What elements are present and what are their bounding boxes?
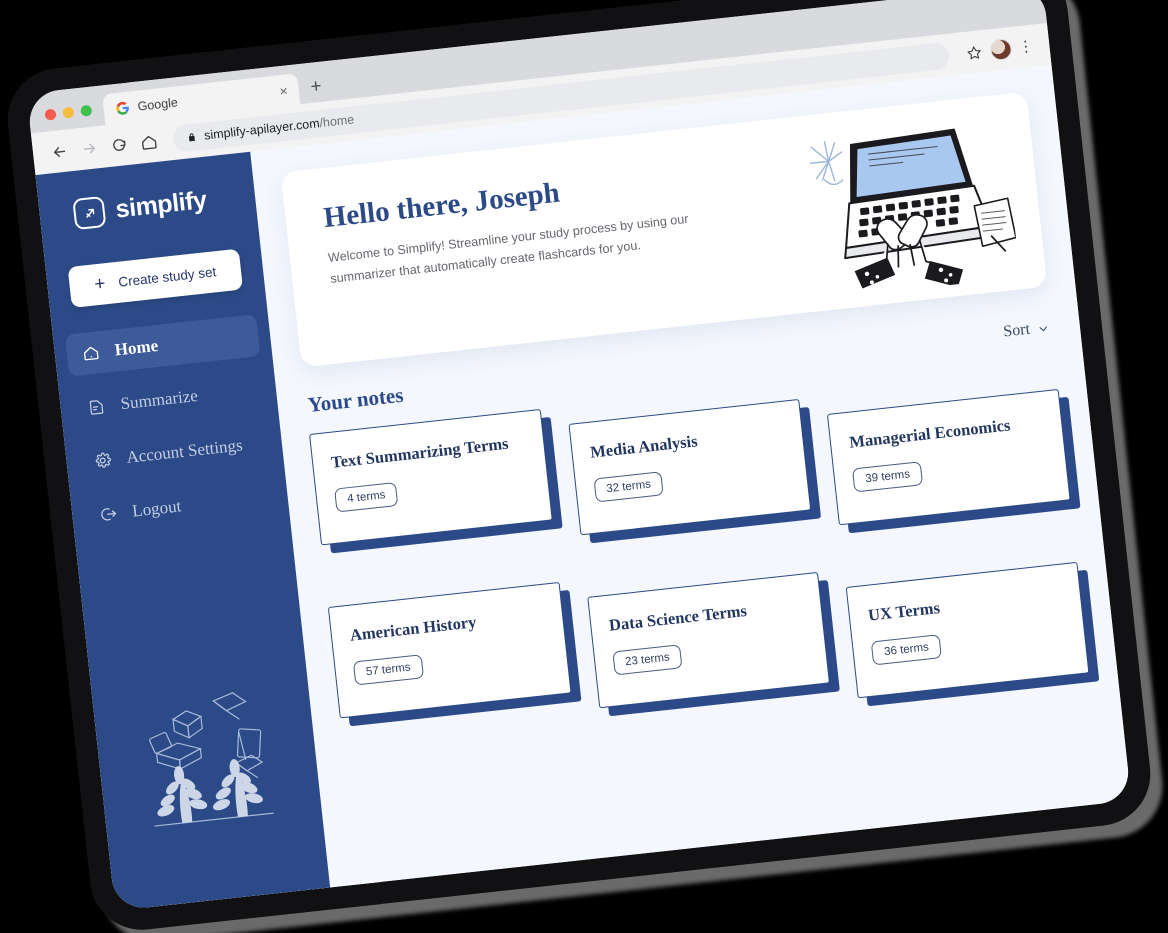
note-card-title: UX Terms (867, 598, 941, 625)
forward-button[interactable] (73, 133, 104, 164)
note-card[interactable]: UX Terms 36 terms (846, 561, 1090, 699)
notes-grid: Text Summarizing Terms 4 terms Media Ana… (309, 353, 1090, 754)
hands-typing-on-laptop-illustration (810, 128, 1017, 289)
sidebar-item-logout[interactable]: Logout (82, 475, 277, 537)
note-card[interactable]: Data Science Terms 23 terms (586, 571, 831, 709)
arrow-right-icon (83, 143, 95, 154)
note-card-title: Media Analysis (589, 431, 699, 462)
create-study-set-label: Create study set (117, 264, 217, 290)
plants-and-books-illustration (149, 692, 274, 827)
create-study-set-button[interactable]: + Create study set (67, 248, 244, 308)
note-card[interactable]: Managerial Economics 39 terms (827, 388, 1071, 526)
url-path: /home (318, 112, 355, 131)
logout-glyph (100, 508, 116, 521)
lightning-arrow-glyph (85, 208, 94, 218)
gear-glyph (95, 452, 111, 468)
tab-title: Google (136, 94, 179, 114)
app-container: simplify + Create study set Home Summari… (35, 64, 1132, 911)
brand-logo[interactable]: simplify (38, 180, 256, 234)
google-icon (116, 101, 129, 115)
document-icon (86, 396, 107, 417)
note-card-terms-badge: 32 terms (593, 471, 665, 503)
home-icon (80, 343, 101, 364)
home-icon (141, 135, 157, 150)
sidebar-nav: Home Summarize Account Settings Logout (53, 313, 290, 539)
home-glyph (83, 346, 99, 361)
note-card-title: Data Science Terms (608, 600, 748, 635)
sidebar-item-home[interactable]: Home (64, 314, 261, 377)
sidebar-item-label: Account Settings (125, 435, 244, 467)
main-content: Hello there, Joseph Welcome to Simplify!… (250, 65, 1131, 888)
note-card[interactable]: Text Summarizing Terms 4 terms (309, 408, 553, 546)
kebab-menu-icon[interactable]: ⋮ (1014, 37, 1038, 56)
notes-section-title: Your notes (306, 382, 405, 417)
reload-button[interactable] (103, 130, 134, 161)
sort-label: Sort (1002, 320, 1031, 341)
sort-dropdown[interactable]: Sort (1002, 319, 1050, 342)
avatar[interactable] (989, 37, 1013, 61)
chevron-down-icon (1039, 325, 1048, 331)
note-card[interactable]: Media Analysis 32 terms (568, 398, 812, 536)
maximize-window-button[interactable] (80, 104, 93, 117)
address-bar-url: simplify-apilayer.com/home (203, 112, 354, 142)
bookmark-button[interactable] (958, 37, 989, 68)
back-button[interactable] (44, 136, 75, 167)
note-card-terms-badge: 36 terms (871, 634, 942, 666)
close-window-button[interactable] (44, 108, 57, 121)
logout-icon (98, 504, 119, 525)
lock-icon (188, 132, 195, 141)
sidebar-item-account-settings[interactable]: Account Settings (77, 422, 272, 484)
note-card-title: Managerial Economics (848, 415, 1012, 452)
note-card-terms-badge: 39 terms (852, 461, 924, 493)
star-icon (966, 45, 981, 59)
lightning-square-icon (72, 195, 107, 231)
url-domain: simplify-apilayer.com (203, 116, 321, 143)
sidebar-item-summarize[interactable]: Summarize (71, 368, 266, 430)
tablet-device: Google × + simplify-apilayer.com/home ⋮ … (2, 0, 1156, 933)
toolbar-right-actions: ⋮ (958, 31, 1039, 67)
tab-close-icon[interactable]: × (277, 82, 291, 99)
home-button[interactable] (133, 126, 164, 157)
note-card-title: Text Summarizing Terms (330, 433, 510, 472)
note-card[interactable]: American History 57 terms (327, 581, 572, 719)
minimize-window-button[interactable] (62, 106, 75, 119)
brand-name: simplify (114, 185, 208, 224)
arrow-left-icon (53, 146, 65, 157)
sidebar-item-label: Summarize (119, 385, 199, 414)
note-card-terms-badge: 23 terms (611, 644, 683, 676)
sidebar-item-label: Logout (131, 496, 183, 521)
note-card-title: American History (348, 612, 478, 645)
reload-icon (112, 138, 126, 151)
note-card-terms-badge: 4 terms (334, 481, 399, 513)
gear-icon (92, 450, 113, 471)
screenshot-stage: Google × + simplify-apilayer.com/home ⋮ … (0, 0, 1168, 933)
plus-icon: + (93, 273, 107, 296)
tablet-screen: Google × + simplify-apilayer.com/home ⋮ … (26, 0, 1132, 911)
note-card-terms-badge: 57 terms (352, 654, 424, 686)
sidebar-item-label: Home (113, 335, 160, 360)
document-glyph (89, 400, 103, 415)
new-tab-button[interactable]: + (298, 76, 334, 104)
